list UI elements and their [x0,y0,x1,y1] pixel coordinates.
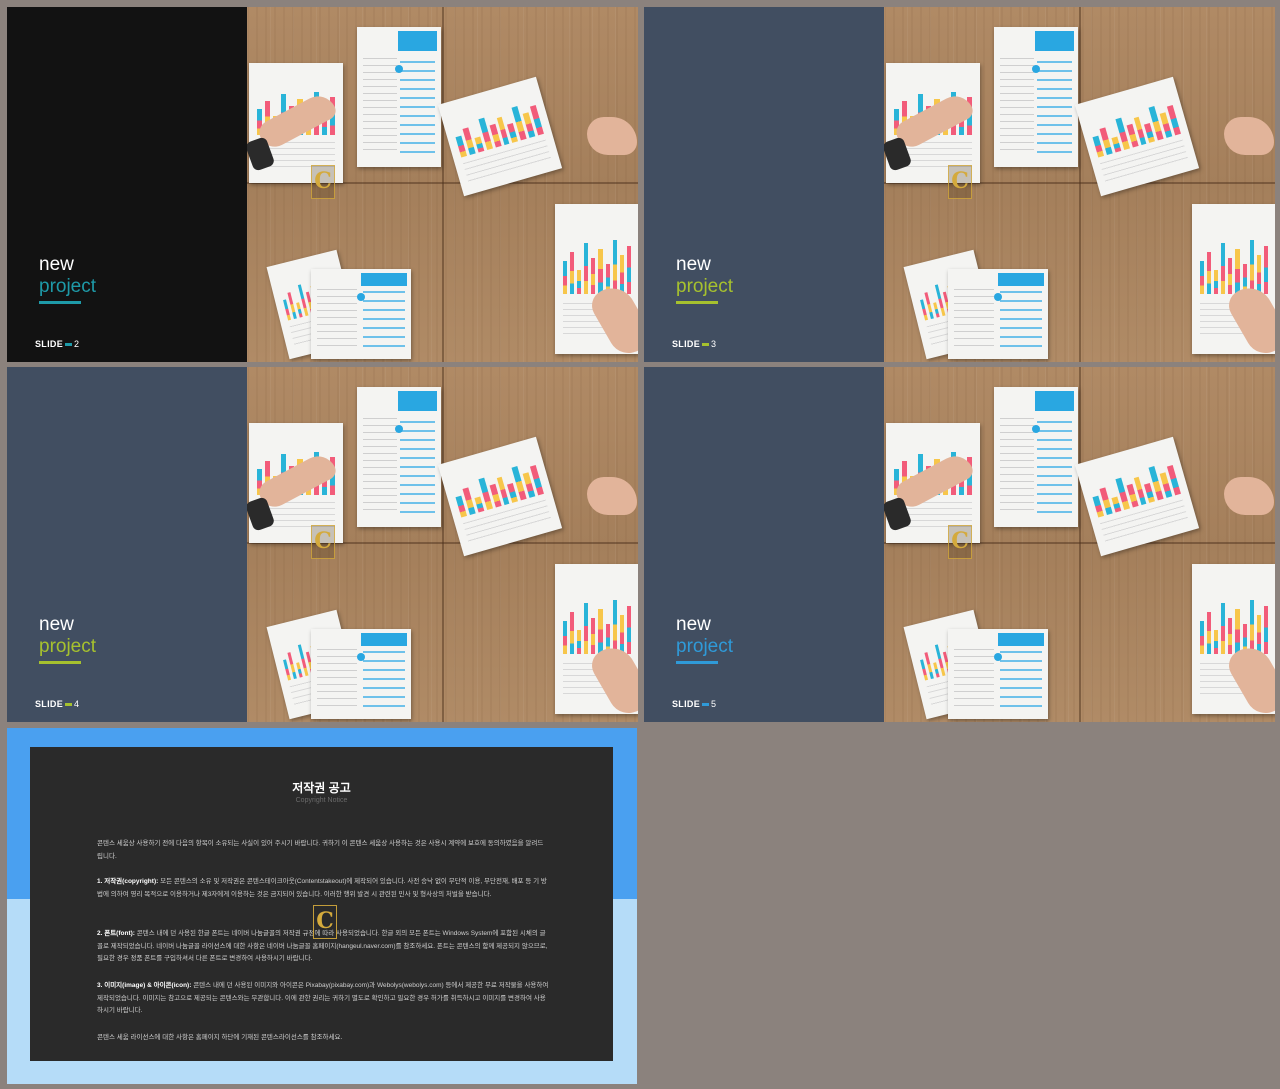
fist-hand [1224,117,1274,155]
slide-thumbnail[interactable]: new project SLIDE 4 C [7,367,638,722]
slide-thumbnail[interactable]: new project SLIDE 5 C [644,367,1275,722]
copyright-notice-slide[interactable]: 저작권 공고 Copyright Notice 콘텐스 세움상 사용하기 전에 … [7,728,637,1084]
resume-paper [994,27,1078,167]
slide-label-dash [702,703,710,707]
slide-title-line2: project [676,276,734,297]
slide-thumbnail[interactable]: new project SLIDE 2 C [7,7,638,362]
slide-number: 4 [74,699,80,709]
watermark-logo-icon: C [311,525,335,559]
desk-charts-photo: C [247,7,638,362]
watermark-logo-icon: C [313,905,337,939]
resume-paper [994,387,1078,527]
slide-title-panel: new project SLIDE 4 [7,367,247,722]
notice-intro: 콘텐스 세움상 사용하기 전에 다음의 항목이 소유되는 사실이 있어 주시기 … [97,840,544,860]
slide-thumbnail[interactable]: new project SLIDE 3 C [644,7,1275,362]
section-body: 모든 콘텐스의 소유 및 저작권은 콘텐스테이크아웃(Contentstakeo… [97,878,547,898]
notice-section-image: 3. 이미지(image) & 아이콘(icon): 콘텐스 내에 던 사용된 … [97,980,549,1018]
slide-number: 3 [711,339,717,349]
slide-title-line1: new [39,614,74,635]
title-underline [39,301,81,304]
slide-title-panel: new project SLIDE 5 [644,367,884,722]
title-underline [676,661,718,664]
slide-title-panel: new project SLIDE 2 [7,7,247,362]
slide-title-line2: project [39,276,97,297]
watermark-logo-icon: C [948,525,972,559]
notice-outro: 콘텐스 세움 라이선스에 대한 사항은 홈페이지 하단에 기재된 콘텐스라이선스… [97,1034,343,1041]
slide-title-line1: new [676,614,711,635]
title-underline [39,661,81,664]
fist-hand [587,477,637,515]
chart-paper [437,76,563,197]
fist-hand [587,117,637,155]
slide-title-line1: new [676,254,711,275]
fist-hand [1224,477,1274,515]
section-heading: 1. 저작권(copyright): [97,878,159,885]
slide-number-label: SLIDE 4 [35,699,79,709]
slide-label-dash [65,703,73,707]
slide-number-label: SLIDE 2 [35,339,79,349]
slide-number: 2 [74,339,80,349]
section-heading: 3. 이미지(image) & 아이콘(icon): [97,982,192,989]
section-heading: 2. 폰트(font): [97,930,135,937]
slide-title-panel: new project SLIDE 3 [644,7,884,362]
watermark-logo-icon: C [311,165,335,199]
resume-paper [311,629,411,719]
resume-paper [357,387,441,527]
chart-paper [1074,436,1200,557]
desk-charts-photo: C [247,367,638,722]
chart-paper [1074,76,1200,197]
notice-section-copyright: 1. 저작권(copyright): 모든 콘텐스의 소유 및 저작권은 콘텐스… [97,876,549,901]
desk-charts-photo: C [884,7,1275,362]
desk-charts-photo: C [884,367,1275,722]
slide-number-label: SLIDE 3 [672,339,716,349]
slide-number: 5 [711,699,717,709]
slide-label-text: SLIDE [672,699,701,709]
notice-title: 저작권 공고 [292,781,351,795]
notice-subtitle: Copyright Notice [295,797,348,804]
slide-label-text: SLIDE [672,339,701,349]
slide-label-dash [702,343,710,347]
slide-label-dash [65,343,73,347]
watermark-logo-icon: C [948,165,972,199]
resume-paper [357,27,441,167]
resume-paper [311,269,411,359]
slide-label-text: SLIDE [35,699,64,709]
resume-paper [948,269,1048,359]
notice-panel: 저작권 공고 Copyright Notice 콘텐스 세움상 사용하기 전에 … [30,747,613,1061]
chart-paper [437,436,563,557]
slide-title-line1: new [39,254,74,275]
slide-number-label: SLIDE 5 [672,699,716,709]
slide-title-line2: project [39,636,97,657]
resume-paper [948,629,1048,719]
slide-title-line2: project [676,636,734,657]
slide-label-text: SLIDE [35,339,64,349]
title-underline [676,301,718,304]
